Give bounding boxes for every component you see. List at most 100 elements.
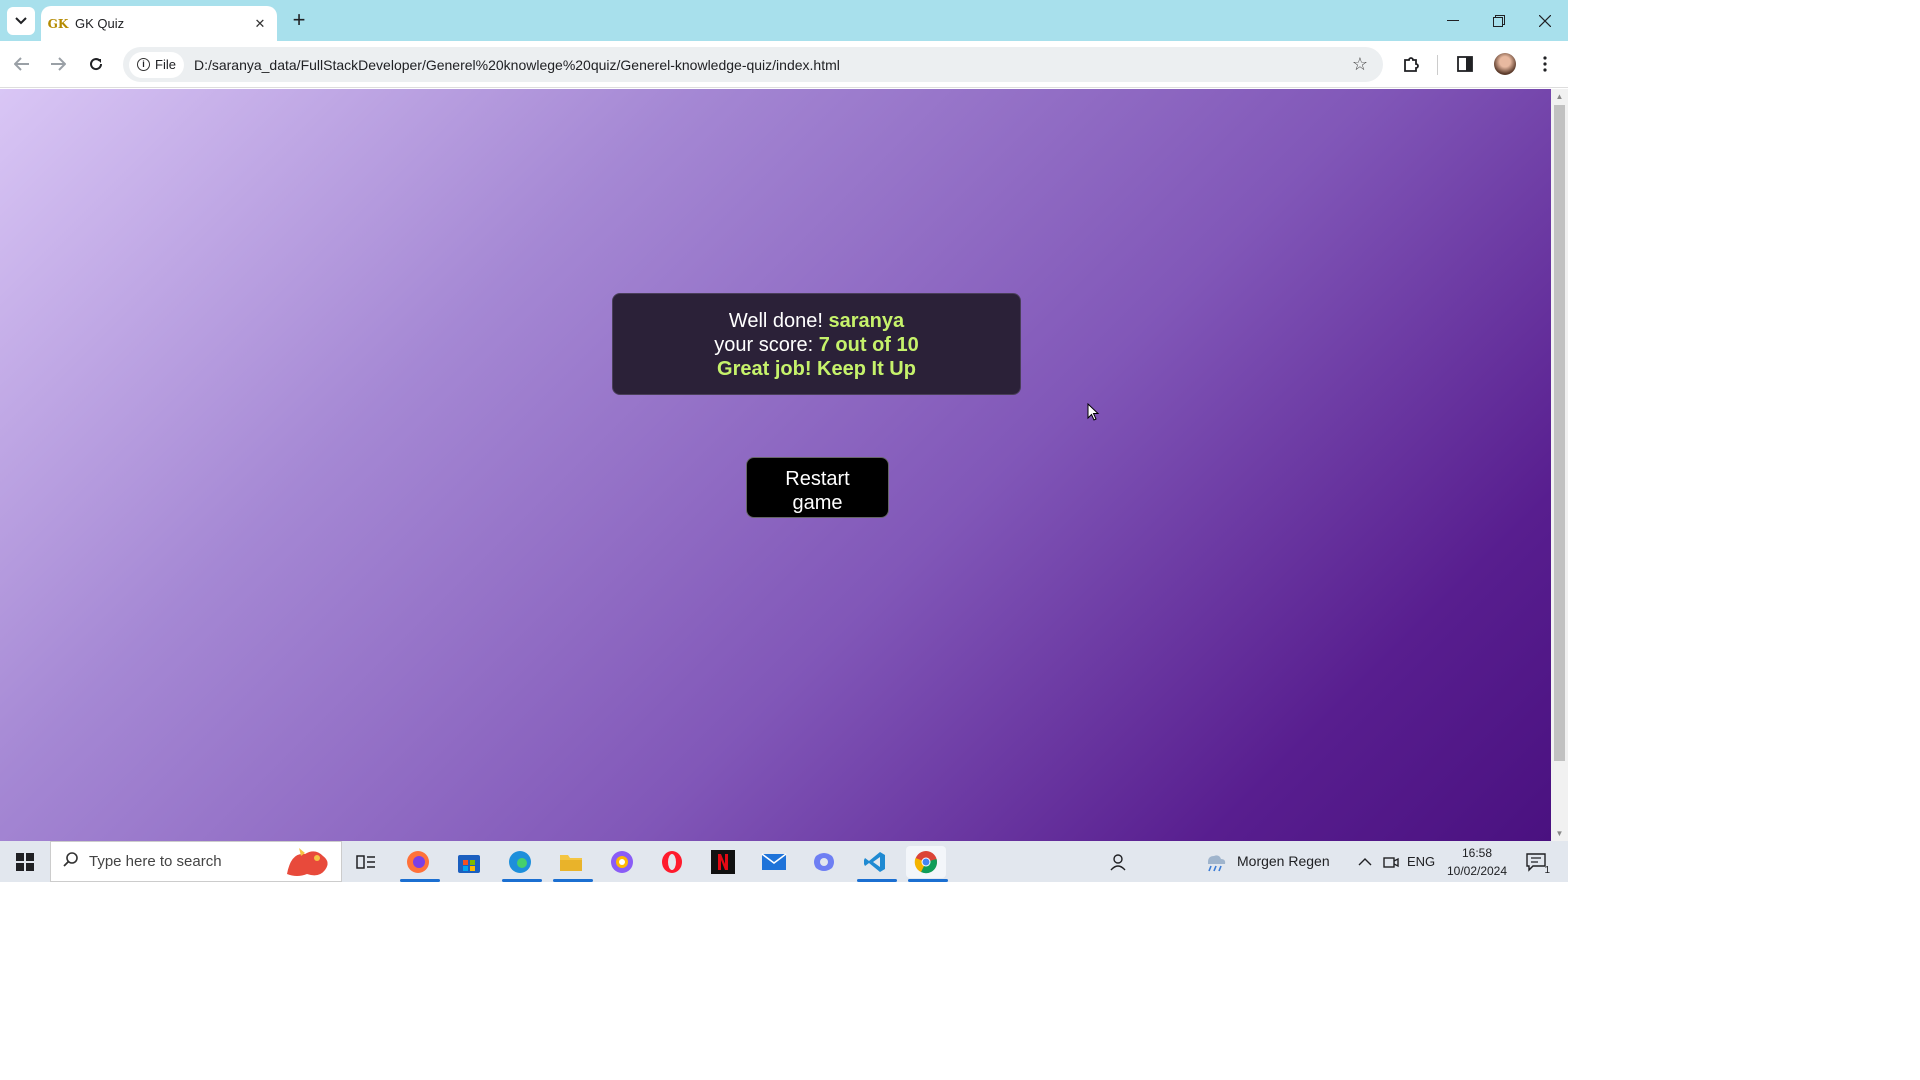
weather-icon[interactable] (1200, 846, 1230, 878)
people-search-icon (1110, 854, 1126, 871)
result-panel: Well done! saranya your score: 7 out of … (612, 293, 1021, 395)
mail-icon (761, 853, 787, 870)
chevron-up-icon (1358, 858, 1372, 866)
edge-icon (509, 851, 531, 873)
site-chip-label: File (155, 57, 176, 72)
restore-button[interactable] (1476, 0, 1522, 41)
kebab-menu-icon (1543, 56, 1547, 72)
player-name: saranya (828, 310, 905, 332)
tab-title: GK Quiz (75, 16, 125, 31)
clock[interactable]: 16:58 10/02/2024 (1445, 844, 1509, 880)
taskbar-people[interactable] (1097, 846, 1137, 878)
opera-icon (662, 851, 682, 873)
forward-button[interactable] (45, 51, 71, 77)
clock-date: 10/02/2024 (1446, 864, 1508, 878)
well-done-prefix: Well done! (728, 310, 823, 332)
scrollbar-thumb[interactable] (1554, 105, 1565, 761)
search-placeholder: Type here to search (89, 853, 222, 870)
encouragement-message: Great job! Keep It Up (717, 358, 916, 380)
minimize-button[interactable] (1430, 0, 1476, 41)
minimize-icon (1447, 19, 1459, 21)
taskbar-copilot[interactable] (804, 846, 844, 878)
profile-avatar[interactable] (1494, 53, 1516, 75)
reload-button[interactable] (83, 51, 109, 77)
back-button[interactable] (9, 51, 35, 77)
arrow-right-icon (51, 57, 66, 71)
chrome-icon (914, 851, 937, 874)
dragon-illustration-icon (287, 848, 328, 876)
weather-text[interactable]: Morgen Regen (1237, 853, 1330, 869)
browser-tab-active[interactable]: GK GK Quiz ✕ (41, 6, 277, 41)
browser-toolbar: i File D:/saranya_data/FullStackDevelope… (0, 41, 1568, 88)
close-tab-icon[interactable]: ✕ (251, 15, 269, 33)
copilot-icon (814, 853, 834, 871)
score-line: your score: 7 out of 10 (613, 333, 1020, 357)
bookmark-star-icon[interactable]: ☆ (1345, 54, 1375, 75)
tab-search-button[interactable] (7, 7, 35, 35)
side-panel-button[interactable] (1452, 51, 1478, 77)
app-circle-icon (611, 851, 633, 873)
arrow-left-icon (14, 57, 29, 71)
folder-icon (560, 855, 582, 871)
toolbar-divider (1437, 55, 1438, 75)
task-view-button[interactable] (346, 846, 386, 878)
taskbar-netflix[interactable] (703, 846, 743, 878)
scroll-up-arrow-icon[interactable]: ▲ (1555, 92, 1564, 101)
restore-icon (1493, 14, 1505, 27)
mouse-cursor-icon (1087, 403, 1100, 421)
running-indicator (400, 879, 440, 882)
menu-button[interactable] (1532, 51, 1558, 77)
page-viewport: Well done! saranya your score: 7 out of … (0, 89, 1551, 841)
restart-label-line1: Restart (785, 467, 850, 490)
new-tab-button[interactable]: + (287, 7, 311, 32)
taskbar-app-purple[interactable] (602, 846, 642, 878)
store-icon (458, 855, 480, 873)
gk-favicon-icon: GK (47, 16, 69, 31)
restart-game-button[interactable]: Restart game (746, 457, 889, 518)
running-indicator (553, 879, 593, 882)
taskbar-chrome[interactable] (906, 846, 948, 882)
windows-logo-icon (16, 852, 34, 871)
meet-now-icon (1383, 857, 1399, 868)
meet-now-button[interactable] (1378, 846, 1404, 878)
notification-count: 1 (1544, 865, 1550, 876)
score-prefix: your score: (714, 334, 814, 356)
taskbar-edge[interactable] (500, 846, 542, 882)
restart-label-line2: game (792, 491, 843, 514)
taskbar-search-box[interactable]: Type here to search (50, 841, 342, 882)
language-indicator[interactable]: ENG (1407, 854, 1435, 869)
address-bar[interactable]: i File D:/saranya_data/FullStackDevelope… (123, 47, 1383, 82)
vscode-icon (864, 852, 885, 872)
well-done-line: Well done! saranya (613, 309, 1020, 333)
windows-taskbar: Type here to search Morgen Regen ENG 16:… (0, 841, 1568, 882)
taskbar-file-explorer[interactable] (551, 846, 593, 882)
url-text[interactable]: D:/saranya_data/FullStackDeveloper/Gener… (194, 57, 1345, 73)
close-icon (1539, 14, 1551, 27)
info-icon: i (137, 58, 150, 71)
running-indicator (908, 879, 948, 882)
running-indicator (857, 879, 897, 882)
notification-center-button[interactable]: 1 (1518, 846, 1554, 878)
window-controls (1430, 0, 1568, 41)
close-window-button[interactable] (1522, 0, 1568, 41)
scroll-down-arrow-icon[interactable]: ▼ (1555, 829, 1564, 838)
firefox-icon (407, 851, 429, 873)
taskbar-store[interactable] (449, 846, 489, 878)
netflix-icon (711, 850, 735, 874)
search-icon (63, 851, 79, 872)
taskbar-firefox[interactable] (398, 846, 440, 882)
browser-titlebar: GK GK Quiz ✕ + (0, 0, 1568, 41)
taskbar-opera[interactable] (652, 846, 692, 878)
vertical-scrollbar[interactable]: ▲ ▼ (1551, 89, 1568, 841)
start-button[interactable] (0, 841, 50, 882)
puzzle-icon (1404, 57, 1419, 72)
task-view-icon (356, 855, 375, 869)
chevron-down-icon (15, 17, 27, 25)
taskbar-vscode[interactable] (855, 846, 897, 882)
clock-time: 16:58 (1461, 846, 1493, 860)
site-info-chip[interactable]: i File (129, 51, 184, 78)
reload-icon (90, 58, 103, 71)
taskbar-mail[interactable] (754, 846, 794, 878)
extensions-button[interactable] (1398, 51, 1424, 77)
running-indicator (502, 879, 542, 882)
